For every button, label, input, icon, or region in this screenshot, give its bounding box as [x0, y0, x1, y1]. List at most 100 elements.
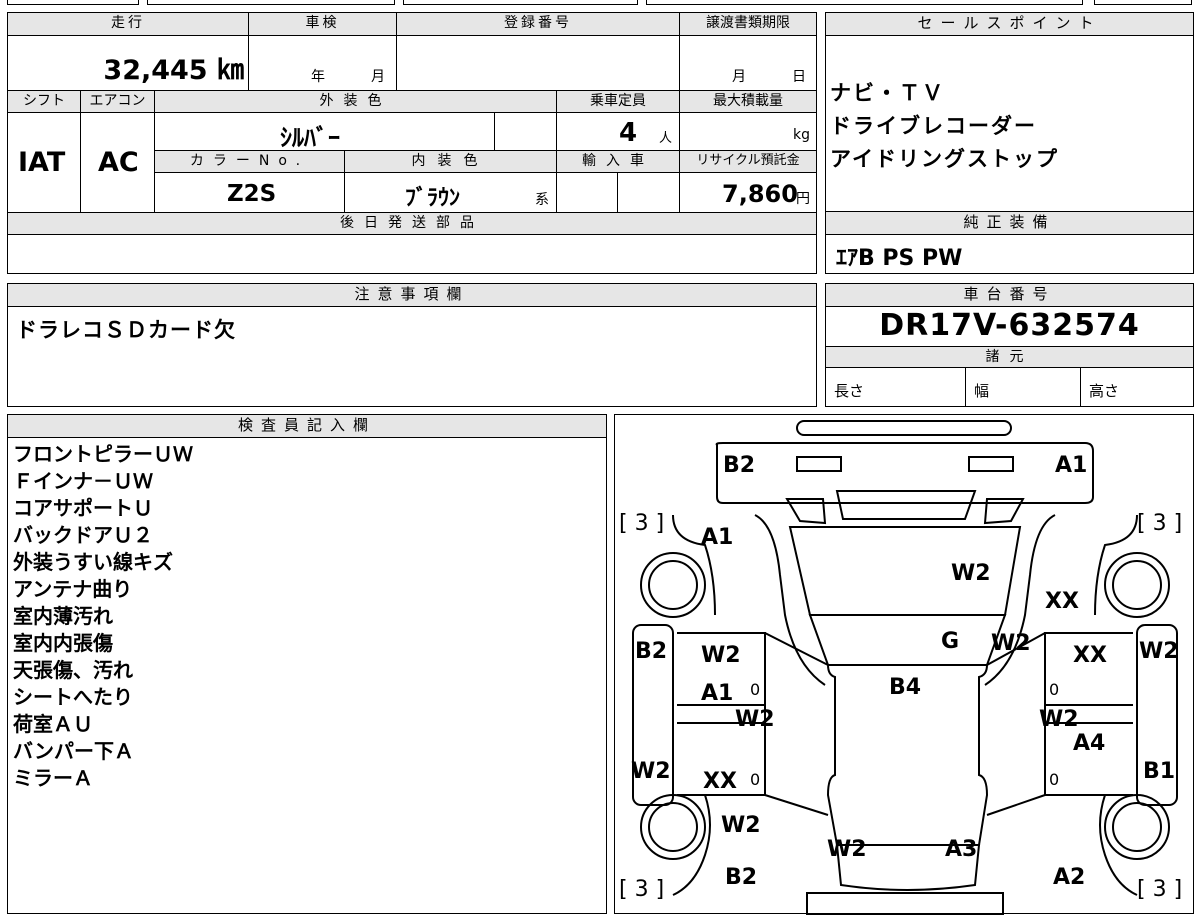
label-w2-roof: W2	[951, 561, 991, 586]
inspector-item: ミラーＡ	[13, 766, 93, 790]
label-b1-right-side: B1	[1143, 759, 1176, 784]
shaken-year-unit: 年	[311, 69, 325, 85]
label-a3-hood: A3	[945, 837, 978, 862]
label-xx-left-door2: XX	[703, 769, 737, 794]
notes-label: 注意事項欄	[8, 284, 816, 307]
label-tire-front-left: [ 3 ]	[619, 877, 665, 902]
color-no-cell: Z2S	[155, 173, 345, 213]
aircon-label: エアコン	[81, 91, 155, 113]
transfer-day-unit: 日	[792, 69, 806, 85]
inspector-item: 室内内張傷	[13, 631, 113, 655]
label-tire-rear-right: [ 3 ]	[1137, 511, 1183, 536]
import-label: 輸入車	[557, 151, 680, 173]
inspector-box: 検査員記入欄 フロントピラーＵＷ Ｆインナ－ＵＷ コアサポートＵ バックドアＵ２…	[7, 414, 607, 914]
exterior-color-cell: ｼﾙﾊﾞｰ	[155, 113, 495, 152]
factory-equipment-label: 純正装備	[826, 212, 1193, 235]
label-tire-front-right: [ 3 ]	[1137, 877, 1183, 902]
later-parts-label: 後日発送部品	[8, 213, 816, 235]
inspector-item: バンパー下Ａ	[13, 739, 134, 763]
label-w2-right-side: W2	[1139, 639, 1179, 664]
max-load-label: 最大積載量	[680, 91, 816, 113]
label-w2-hood: W2	[827, 837, 867, 862]
interior-color-suffix: 系	[535, 192, 549, 208]
inspector-item: シートへたり	[13, 685, 133, 709]
later-parts-cell	[8, 235, 816, 273]
notes-box: 注意事項欄 ドラレコＳＤカード欠	[7, 283, 817, 407]
recycle-value: 7,860	[722, 180, 798, 208]
aircon-cell: AC	[81, 113, 155, 213]
spec-length-cell: 長さ	[826, 368, 966, 406]
max-load-unit: kg	[793, 127, 810, 143]
transfer-docs-cell: 月 日	[680, 36, 816, 91]
spec-height-cell: 高さ	[1081, 368, 1193, 406]
chassis-box: 車台番号 DR17V-632574 諸元 長さ 幅 高さ	[825, 283, 1194, 407]
label-a2-front: A2	[1053, 865, 1086, 890]
inspector-item: アンテナ曲り	[13, 577, 133, 601]
spec-width-label: 幅	[974, 382, 990, 400]
shift-label: シフト	[8, 91, 81, 113]
label-b2-front: B2	[725, 865, 758, 890]
transfer-docs-label: 譲渡書類期限	[680, 13, 816, 36]
label-zero-1: 0	[750, 680, 761, 699]
import-cell-2	[618, 173, 680, 213]
vehicle-info-table: 走行 車検 登録番号 譲渡書類期限 32,445 ㎞ 年 月 月 日 シフト エ…	[7, 12, 817, 274]
sales-points-list: ナビ・ＴＶ ドライブレコーダー アイドリングストップ	[830, 77, 1059, 176]
aircon-value: AC	[98, 147, 139, 178]
capacity-unit: 人	[659, 131, 673, 146]
exterior-color-value: ｼﾙﾊﾞｰ	[280, 124, 340, 152]
exterior-color-extra	[495, 113, 557, 151]
capacity-cell: 4 人	[557, 113, 680, 151]
inspector-item: バックドアＵ２	[13, 523, 153, 547]
interior-color-label: 内装色	[345, 151, 557, 173]
spec-height-label: 高さ	[1089, 382, 1120, 400]
inspector-item: Ｆインナ－ＵＷ	[13, 469, 153, 493]
label-tire-rear-left: [ 3 ]	[619, 511, 665, 536]
mileage-value: 32,445 ㎞	[103, 55, 244, 86]
label-b4-center: B4	[889, 675, 922, 700]
spec-width-cell: 幅	[966, 368, 1081, 406]
inspector-item: 天張傷、汚れ	[13, 658, 133, 682]
damage-diagram: B2 A1 [ 3 ] [ 3 ] A1 W2 XX B2 W2 G W2 XX…	[614, 414, 1194, 915]
color-no-label: カラーNo.	[155, 151, 345, 173]
import-cell-1	[557, 173, 618, 213]
inspector-item: 荷室ＡＵ	[13, 712, 93, 736]
factory-equipment-value: ｴｱB PS PW	[836, 246, 963, 271]
label-w2-left-mid: W2	[735, 707, 775, 732]
label-b2-left-side: B2	[635, 639, 668, 664]
reg-number-label: 登録番号	[397, 13, 680, 36]
max-load-cell: kg	[680, 113, 816, 151]
label-zero-2: 0	[1049, 680, 1060, 699]
factory-equipment-box: 純正装備 ｴｱB PS PW	[825, 212, 1194, 274]
sales-points-box: セールスポイント ナビ・ＴＶ ドライブレコーダー アイドリングストップ	[825, 12, 1194, 212]
interior-color-value: ﾌﾞﾗｳﾝ	[405, 186, 461, 211]
label-zero-4: 0	[1049, 770, 1060, 789]
transfer-month-unit: 月	[732, 69, 746, 85]
label-w2-left-front: W2	[721, 813, 761, 838]
shaken-cell: 年 月	[249, 36, 397, 91]
label-a1-rear: A1	[1055, 453, 1088, 478]
spec-label: 諸元	[826, 346, 1193, 368]
capacity-label: 乗車定員	[557, 91, 680, 113]
chassis-value: DR17V-632574	[879, 308, 1140, 343]
label-xx-right-upper: XX	[1045, 589, 1079, 614]
recycle-unit: 円	[796, 191, 810, 207]
label-a1-left-door: A1	[701, 681, 734, 706]
label-w2-right-upper: W2	[991, 631, 1031, 656]
label-w2-left-door1: W2	[701, 643, 741, 668]
capacity-value: 4	[619, 118, 638, 148]
spec-length-label: 長さ	[834, 382, 865, 400]
shift-cell: IAT	[8, 113, 81, 213]
mileage-label: 走行	[8, 13, 249, 36]
reg-number-cell	[397, 36, 680, 91]
exterior-color-label: 外装色	[155, 91, 557, 113]
shaken-label: 車検	[249, 13, 397, 36]
label-xx-right-door1: XX	[1073, 643, 1107, 668]
label-b2-rear: B2	[723, 453, 756, 478]
sales-point-item: ドライブレコーダー	[830, 114, 1037, 138]
inspector-list: フロントピラーＵＷ Ｆインナ－ＵＷ コアサポートＵ バックドアＵ２ 外装うすい線…	[13, 441, 193, 792]
top-strip	[0, 0, 1200, 7]
label-zero-3: 0	[750, 770, 761, 789]
label-a1-left-upper: A1	[701, 525, 734, 550]
recycle-cell: 7,860 円	[680, 173, 816, 213]
inspector-item: フロントピラーＵＷ	[13, 442, 193, 466]
